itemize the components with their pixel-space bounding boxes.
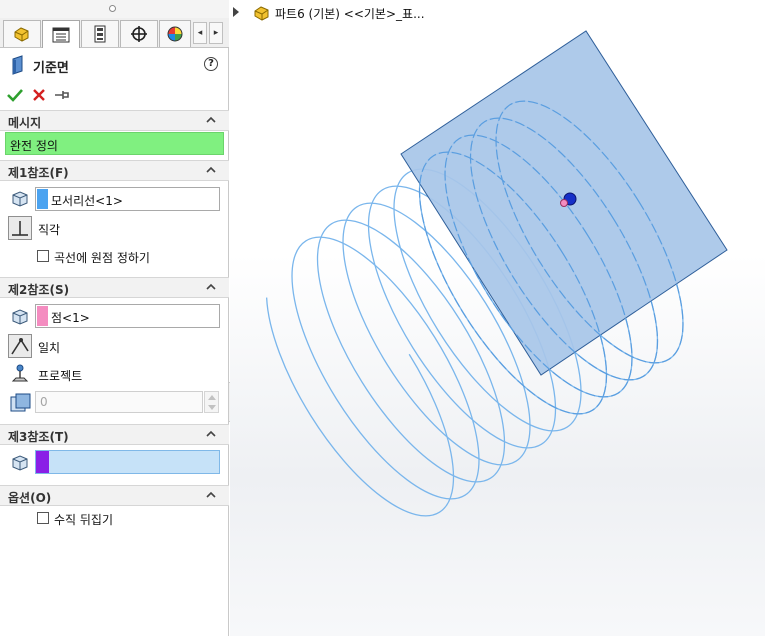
confirm-icon: [7, 89, 23, 102]
distance-input[interactable]: 0: [35, 391, 203, 413]
cancel-button[interactable]: [30, 86, 48, 104]
coincident-label: 일치: [38, 341, 61, 355]
tab-property-manager[interactable]: [42, 20, 80, 48]
tab-dimxpert[interactable]: [120, 20, 158, 47]
status-message-box: 완전 정의: [5, 132, 224, 155]
section-title: 제1참조(F): [8, 166, 69, 180]
project-button[interactable]: [8, 362, 32, 386]
project-label: 프로젝트: [38, 369, 83, 383]
chevron-up-icon[interactable]: [205, 489, 217, 501]
section-title: 제3참조(T): [8, 430, 69, 444]
pin-button[interactable]: [53, 86, 71, 104]
model-scene[interactable]: [230, 0, 765, 636]
chevron-up-icon[interactable]: [205, 114, 217, 126]
selection-color-swatch: [37, 306, 48, 326]
first-reference-selection[interactable]: 모서리선<1>: [35, 187, 220, 211]
chevron-up-icon[interactable]: [205, 164, 217, 176]
chevron-up-icon[interactable]: [205, 428, 217, 440]
distance-icon: [10, 393, 31, 412]
perpendicular-label: 직각: [38, 223, 61, 237]
origin-point-marker: [560, 199, 568, 207]
property-manager-icon: [52, 27, 70, 42]
section-title: 제2참조(S): [8, 283, 70, 297]
tab-scroll-right[interactable]: ▸: [209, 22, 223, 44]
property-manager-title: 기준면: [33, 61, 69, 76]
section-header-first-reference[interactable]: 제1참조(F): [0, 160, 229, 181]
reference-cube-icon: [12, 309, 28, 325]
distance-spinner[interactable]: [204, 391, 219, 413]
feature-manager-icon: [14, 27, 29, 42]
coincident-icon: [11, 338, 29, 355]
dimxpert-icon: [131, 26, 147, 42]
tab-feature-manager[interactable]: [3, 20, 41, 47]
config-manager-icon: [94, 25, 106, 43]
flip-normal-checkbox[interactable]: [37, 512, 49, 524]
tab-config-manager[interactable]: [81, 20, 119, 47]
property-manager-panel: ◂ ▸ 기준면 ? 메시지 완전 정의 제1참조(F) 모서리선<1> 직각 곡…: [0, 0, 229, 636]
checkbox-label: 수직 뒤집기: [54, 513, 114, 527]
cancel-icon: [33, 89, 45, 101]
expand-arrow-icon[interactable]: [233, 7, 239, 17]
section-header-second-reference[interactable]: 제2참조(S): [0, 277, 229, 298]
tab-display-manager[interactable]: [159, 20, 191, 47]
checkbox-label: 곡선에 원점 정하기: [54, 251, 150, 265]
plane-feature-icon: [12, 55, 23, 75]
chevron-up-icon[interactable]: [205, 281, 217, 293]
reference-cube-icon: [12, 455, 28, 471]
distance-value: 0: [40, 395, 48, 409]
second-reference-selection[interactable]: 점<1>: [35, 304, 220, 328]
panel-drag-handle[interactable]: [0, 0, 229, 18]
part-name[interactable]: 파트6 (기본) <<기본>_표...: [275, 5, 425, 22]
helix-coil: [265, 253, 455, 517]
ok-button[interactable]: [6, 86, 24, 104]
section-title: 옵션(O): [8, 491, 52, 505]
part-icon: [254, 6, 269, 21]
selection-color-swatch: [36, 451, 49, 473]
display-manager-icon: [167, 26, 183, 42]
manager-tab-bar: ◂ ▸: [0, 18, 229, 48]
perpendicular-button[interactable]: [8, 216, 32, 240]
selection-text: 모서리선<1>: [51, 194, 123, 208]
project-icon: [11, 364, 29, 382]
section-header-message[interactable]: 메시지: [0, 110, 229, 131]
selection-text: 점<1>: [51, 311, 90, 325]
help-button[interactable]: ?: [204, 57, 218, 71]
coincident-button[interactable]: [8, 334, 32, 358]
pin-icon: [55, 91, 69, 99]
section-header-third-reference[interactable]: 제3참조(T): [0, 424, 229, 445]
tab-scroll-left[interactable]: ◂: [193, 22, 207, 44]
third-reference-selection[interactable]: [35, 450, 220, 474]
section-header-options[interactable]: 옵션(O): [0, 485, 229, 506]
status-message: 완전 정의: [10, 139, 58, 153]
origin-on-curve-checkbox[interactable]: [37, 250, 49, 262]
perpendicular-icon: [12, 221, 28, 236]
selection-color-swatch: [37, 189, 48, 209]
reference-cube-icon: [12, 191, 28, 207]
section-title: 메시지: [8, 116, 42, 130]
